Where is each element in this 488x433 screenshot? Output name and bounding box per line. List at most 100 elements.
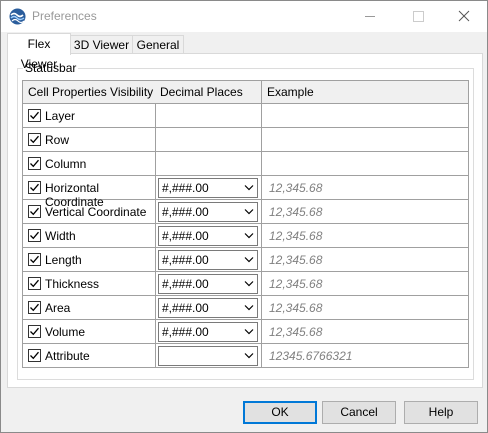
chevron-down-icon bbox=[244, 305, 254, 311]
cancel-button[interactable]: Cancel bbox=[322, 401, 396, 424]
visibility-checkbox[interactable] bbox=[28, 253, 41, 266]
visibility-cell: Width bbox=[22, 224, 156, 248]
checkmark-icon bbox=[30, 111, 39, 120]
visibility-checkbox[interactable] bbox=[28, 325, 41, 338]
visibility-checkbox[interactable] bbox=[28, 229, 41, 242]
table-row: Vertical Coordinate #,###.00 12,345.68 bbox=[22, 200, 469, 224]
table-row: Area #,###.00 12,345.68 bbox=[22, 296, 469, 320]
decimal-format-dropdown[interactable]: #,###.00 bbox=[158, 178, 258, 198]
decimal-places-cell bbox=[155, 152, 262, 176]
visibility-checkbox[interactable] bbox=[28, 349, 41, 362]
decimal-format-dropdown[interactable]: #,###.00 bbox=[158, 226, 258, 246]
property-label: Attribute bbox=[45, 349, 90, 363]
example-cell: 12,345.68 bbox=[262, 176, 469, 200]
window-title: Preferences bbox=[32, 9, 97, 23]
property-label: Column bbox=[45, 157, 87, 171]
statusbar-group: Statusbar Cell Properties Visibility Dec… bbox=[17, 61, 474, 380]
example-cell: 12,345.68 bbox=[262, 224, 469, 248]
visibility-cell: Vertical Coordinate bbox=[22, 200, 156, 224]
example-cell bbox=[262, 128, 469, 152]
example-value: 12,345.68 bbox=[269, 325, 323, 339]
dropdown-value: #,###.00 bbox=[162, 253, 209, 267]
chevron-down-icon bbox=[244, 329, 254, 335]
dropdown-value: #,###.00 bbox=[162, 229, 209, 243]
table-row: Length #,###.00 12,345.68 bbox=[22, 248, 469, 272]
close-button[interactable] bbox=[441, 1, 487, 32]
decimal-places-cell: #,###.00 bbox=[155, 248, 262, 272]
checkmark-icon bbox=[30, 279, 39, 288]
ok-button[interactable]: OK bbox=[243, 401, 317, 424]
example-value: 12,345.68 bbox=[269, 253, 323, 267]
minimize-button[interactable] bbox=[347, 1, 393, 32]
table-row: Thickness #,###.00 12,345.68 bbox=[22, 272, 469, 296]
visibility-checkbox[interactable] bbox=[28, 181, 41, 194]
checkmark-icon bbox=[30, 303, 39, 312]
dropdown-value: #,###.00 bbox=[162, 181, 209, 195]
property-label: Thickness bbox=[45, 277, 100, 291]
chevron-down-icon bbox=[244, 185, 254, 191]
decimal-places-cell: #,###.00 bbox=[155, 176, 262, 200]
table-row: Attribute 12345.6766321 bbox=[22, 344, 469, 368]
visibility-checkbox[interactable] bbox=[28, 157, 41, 170]
checkmark-icon bbox=[30, 135, 39, 144]
decimal-format-dropdown[interactable]: #,###.00 bbox=[158, 298, 258, 318]
example-cell: 12,345.68 bbox=[262, 200, 469, 224]
example-cell: 12,345.68 bbox=[262, 248, 469, 272]
example-cell: 12345.6766321 bbox=[262, 344, 469, 368]
header-label: Decimal Places bbox=[160, 85, 243, 99]
property-label: Volume bbox=[45, 325, 86, 339]
flex-viewer-panel: Statusbar Cell Properties Visibility Dec… bbox=[7, 53, 483, 388]
example-cell: 12,345.68 bbox=[262, 272, 469, 296]
table-row: Row bbox=[22, 128, 469, 152]
visibility-cell: Layer bbox=[22, 104, 156, 128]
maximize-icon bbox=[413, 11, 424, 22]
decimal-places-cell bbox=[155, 128, 262, 152]
chevron-down-icon bbox=[244, 281, 254, 287]
example-value: 12,345.68 bbox=[269, 205, 323, 219]
header-label: Cell Properties Visibility bbox=[28, 85, 154, 99]
tab-general[interactable]: General bbox=[132, 35, 184, 54]
decimal-places-cell: #,###.00 bbox=[155, 200, 262, 224]
visibility-checkbox[interactable] bbox=[28, 133, 41, 146]
property-label: Row bbox=[45, 133, 70, 147]
visibility-cell: Attribute bbox=[22, 344, 156, 368]
visibility-checkbox[interactable] bbox=[28, 109, 41, 122]
visibility-checkbox[interactable] bbox=[28, 205, 41, 218]
maximize-button[interactable] bbox=[395, 1, 441, 32]
visibility-cell: Volume bbox=[22, 320, 156, 344]
decimal-format-dropdown[interactable] bbox=[158, 346, 258, 366]
checkmark-icon bbox=[30, 255, 39, 264]
tab-3d-viewer[interactable]: 3D Viewer bbox=[70, 35, 133, 54]
decimal-places-cell: #,###.00 bbox=[155, 296, 262, 320]
checkmark-icon bbox=[30, 207, 39, 216]
table-row: Volume #,###.00 12,345.68 bbox=[22, 320, 469, 344]
property-label: Vertical Coordinate bbox=[45, 205, 147, 219]
chevron-down-icon bbox=[244, 257, 254, 263]
visibility-checkbox[interactable] bbox=[28, 301, 41, 314]
decimal-format-dropdown[interactable]: #,###.00 bbox=[158, 250, 258, 270]
visibility-checkbox[interactable] bbox=[28, 277, 41, 290]
example-cell bbox=[262, 104, 469, 128]
checkmark-icon bbox=[30, 159, 39, 168]
decimal-format-dropdown[interactable]: #,###.00 bbox=[158, 202, 258, 222]
chevron-down-icon bbox=[244, 209, 254, 215]
visibility-cell: Length bbox=[22, 248, 156, 272]
help-button[interactable]: Help bbox=[404, 401, 478, 424]
decimal-places-cell: #,###.00 bbox=[155, 224, 262, 248]
decimal-places-cell bbox=[155, 344, 262, 368]
dropdown-value: #,###.00 bbox=[162, 325, 209, 339]
example-value: 12,345.68 bbox=[269, 277, 323, 291]
header-cell-visibility: Cell Properties Visibility bbox=[22, 80, 156, 104]
dropdown-value: #,###.00 bbox=[162, 205, 209, 219]
property-label: Layer bbox=[45, 109, 76, 123]
example-value: 12,345.68 bbox=[269, 301, 323, 315]
visibility-cell: Row bbox=[22, 128, 156, 152]
header-cell-example: Example bbox=[262, 80, 469, 104]
table-row: Layer bbox=[22, 104, 469, 128]
example-cell bbox=[262, 152, 469, 176]
decimal-format-dropdown[interactable]: #,###.00 bbox=[158, 274, 258, 294]
checkmark-icon bbox=[30, 351, 39, 360]
header-cell-decimal-places: Decimal Places bbox=[155, 80, 262, 104]
decimal-format-dropdown[interactable]: #,###.00 bbox=[158, 322, 258, 342]
tab-flex-viewer[interactable]: Flex Viewer bbox=[7, 33, 71, 71]
